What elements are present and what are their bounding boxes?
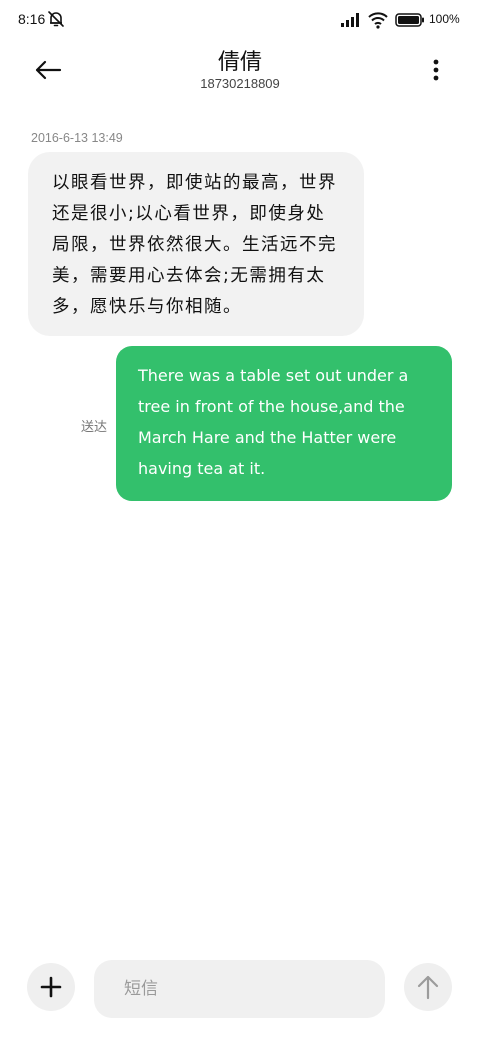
outgoing-message-text: There was a table set out under a tree i… — [138, 366, 409, 478]
status-time: 8:16 — [18, 11, 46, 27]
battery-icon — [395, 13, 424, 27]
message-timestamp: 2016-6-13 13:49 — [31, 131, 123, 145]
outgoing-message-bubble[interactable]: There was a table set out under a tree i… — [116, 346, 452, 501]
more-vertical-icon — [433, 59, 439, 81]
status-bar: 8:16 100% — [0, 0, 480, 40]
add-attachment-button[interactable] — [27, 963, 75, 1011]
contact-number: 18730218809 — [200, 76, 280, 91]
plus-icon — [40, 976, 62, 998]
incoming-message-bubble[interactable]: 以眼看世界，即使站的最高，世界还是很小;以心看世界，即使身处局限，世界依然很大。… — [28, 152, 364, 336]
more-options-button[interactable] — [420, 54, 452, 86]
bell-off-icon — [48, 11, 64, 27]
contact-name: 倩倩 — [217, 50, 262, 75]
wifi-icon — [368, 12, 388, 29]
signal-icon — [341, 13, 359, 27]
message-input[interactable] — [94, 960, 385, 1018]
battery-level: 100% — [429, 12, 460, 26]
incoming-message-text: 以眼看世界，即使站的最高，世界还是很小;以心看世界，即使身处局限，世界依然很大。… — [52, 173, 337, 317]
send-button[interactable] — [404, 963, 452, 1011]
delivery-status: 送达 — [81, 420, 108, 435]
conversation-header: 倩倩 18730218809 — [0, 40, 480, 110]
send-arrow-icon — [417, 975, 439, 1000]
